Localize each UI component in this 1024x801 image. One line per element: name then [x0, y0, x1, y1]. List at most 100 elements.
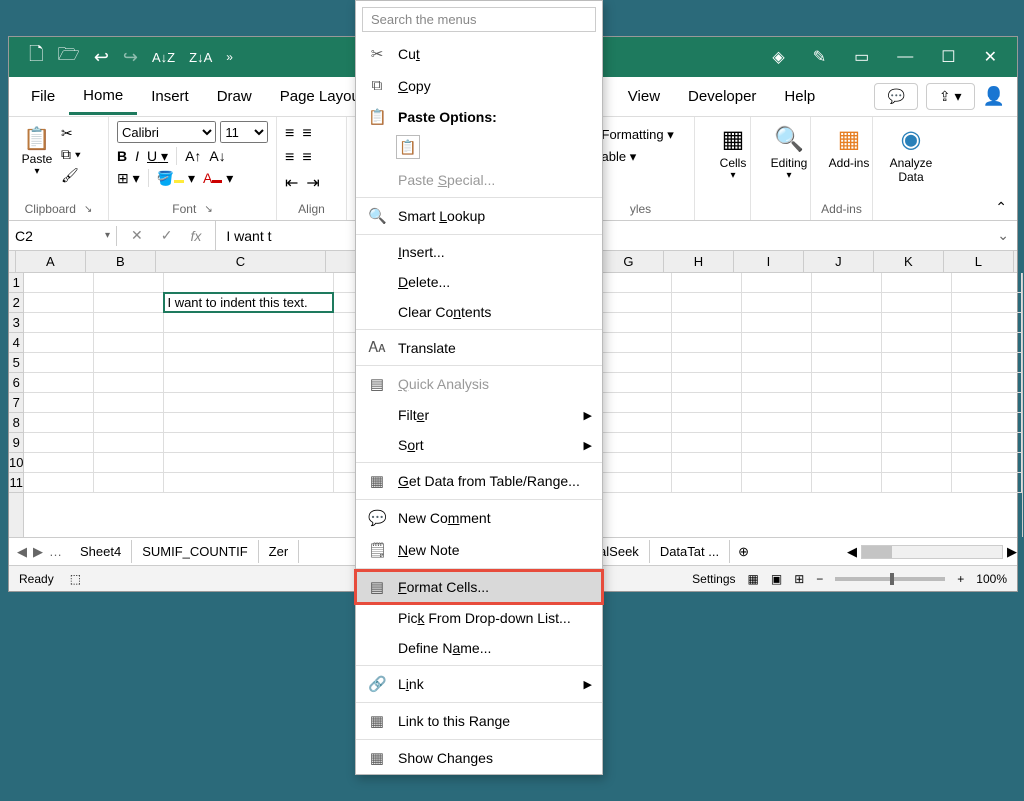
borders-button[interactable]: ⊞ ▾ [117, 170, 140, 187]
menu-get-data[interactable]: ▦Get Data from Table/Range... [356, 465, 602, 497]
menu-search-input[interactable]: Search the menus [362, 7, 596, 32]
expand-formula-icon[interactable]: ⌄ [989, 227, 1017, 244]
cell[interactable] [24, 413, 94, 433]
cell[interactable] [94, 313, 164, 333]
cell[interactable] [742, 433, 812, 453]
zoom-in-icon[interactable]: + [957, 572, 964, 586]
cell[interactable] [24, 273, 94, 293]
menu-format-cells[interactable]: ▤Format Cells... [356, 571, 602, 603]
cell[interactable] [952, 473, 1022, 493]
menu-cut[interactable]: ✂Cut [356, 38, 602, 70]
cell[interactable] [602, 473, 672, 493]
maximize-icon[interactable]: ☐ [941, 47, 955, 67]
cell[interactable] [952, 333, 1022, 353]
menu-pick-list[interactable]: Pick From Drop-down List... [356, 603, 602, 633]
cell[interactable] [24, 353, 94, 373]
cell[interactable] [24, 313, 94, 333]
row-header[interactable]: 6 [9, 373, 23, 393]
cut-icon[interactable]: ✂ [61, 125, 81, 142]
cell[interactable] [952, 293, 1022, 313]
align-left-icon[interactable]: ≡ [285, 149, 294, 167]
cell[interactable] [672, 333, 742, 353]
cell[interactable] [94, 453, 164, 473]
menu-define-name[interactable]: Define Name... [356, 633, 602, 663]
menu-show-changes[interactable]: ▦Show Changes [356, 742, 602, 774]
cell[interactable] [94, 413, 164, 433]
cell[interactable] [164, 393, 334, 413]
sheet-tab[interactable]: Sheet4 [70, 540, 132, 563]
column-header[interactable]: I [734, 251, 804, 272]
cell[interactable] [952, 273, 1022, 293]
paste-button[interactable]: 📋 Paste ▾ [17, 121, 57, 181]
cell[interactable] [94, 273, 164, 293]
conditional-formatting-button[interactable]: l Formatting ▾ [595, 127, 686, 143]
vertical-scrollbar[interactable]: ▲ ▼ [1022, 273, 1023, 537]
cell[interactable] [742, 393, 812, 413]
cell[interactable] [602, 373, 672, 393]
cell[interactable] [882, 433, 952, 453]
font-color-button[interactable]: A ▾ [203, 170, 233, 187]
enter-formula-icon[interactable]: ✓ [161, 227, 173, 244]
window-mode-icon[interactable]: ▭ [854, 47, 869, 67]
cell[interactable] [94, 333, 164, 353]
cell[interactable] [164, 273, 334, 293]
sheet-tab[interactable]: Zer [259, 540, 300, 563]
cell[interactable] [164, 313, 334, 333]
row-header[interactable]: 5 [9, 353, 23, 373]
row-header[interactable]: 2 [9, 293, 23, 313]
cell[interactable] [602, 453, 672, 473]
cell[interactable] [812, 273, 882, 293]
cell[interactable] [94, 473, 164, 493]
undo-icon[interactable]: ↩ [94, 47, 109, 68]
menu-sort[interactable]: Sort▶ [356, 430, 602, 460]
cell[interactable] [952, 433, 1022, 453]
row-header[interactable]: 4 [9, 333, 23, 353]
cell[interactable] [812, 453, 882, 473]
menu-link[interactable]: 🔗Link▶ [356, 668, 602, 700]
sort-desc-icon[interactable]: Z↓A [189, 50, 212, 65]
decrease-indent-icon[interactable]: ⇤ [285, 173, 298, 193]
cell[interactable] [164, 373, 334, 393]
cell[interactable] [812, 293, 882, 313]
cell[interactable] [602, 273, 672, 293]
row-header[interactable]: 1 [9, 273, 23, 293]
menu-copy[interactable]: ⧉Copy [356, 70, 602, 101]
menu-translate[interactable]: 🗛Translate [356, 332, 602, 363]
underline-button[interactable]: U ▾ [147, 148, 168, 165]
cell[interactable] [742, 293, 812, 313]
comments-button[interactable]: 💬 [874, 83, 917, 110]
column-header[interactable]: B [86, 251, 156, 272]
cell[interactable] [812, 393, 882, 413]
fx-icon[interactable]: fx [190, 228, 201, 244]
cell[interactable] [602, 293, 672, 313]
cell[interactable] [672, 273, 742, 293]
cell[interactable] [882, 313, 952, 333]
cell[interactable] [164, 413, 334, 433]
column-header[interactable]: J [804, 251, 874, 272]
zoom-out-icon[interactable]: − [816, 572, 823, 586]
macro-record-icon[interactable]: ⬚ [70, 572, 81, 586]
cell[interactable] [882, 293, 952, 313]
cell[interactable] [742, 453, 812, 473]
row-header[interactable]: 11 [9, 473, 23, 493]
row-header[interactable]: 3 [9, 313, 23, 333]
cell[interactable] [672, 313, 742, 333]
column-header[interactable]: A [16, 251, 86, 272]
wand-icon[interactable]: ✎ [813, 47, 826, 67]
menu-smart-lookup[interactable]: 🔍Smart Lookup [356, 200, 602, 232]
cell[interactable] [882, 413, 952, 433]
cell[interactable] [672, 433, 742, 453]
account-icon[interactable]: 👤 [983, 86, 1005, 107]
display-settings[interactable]: Settings [692, 572, 735, 586]
row-header[interactable]: 8 [9, 413, 23, 433]
redo-icon[interactable]: ↪ [123, 47, 138, 68]
cell[interactable] [24, 453, 94, 473]
cancel-formula-icon[interactable]: ✕ [131, 227, 143, 244]
cell[interactable] [742, 313, 812, 333]
menu-delete[interactable]: Delete... [356, 267, 602, 297]
align-center-icon[interactable]: ≡ [302, 149, 311, 167]
select-all-corner[interactable] [9, 251, 16, 273]
cell[interactable] [24, 473, 94, 493]
cell[interactable] [812, 473, 882, 493]
cell[interactable] [94, 293, 164, 313]
